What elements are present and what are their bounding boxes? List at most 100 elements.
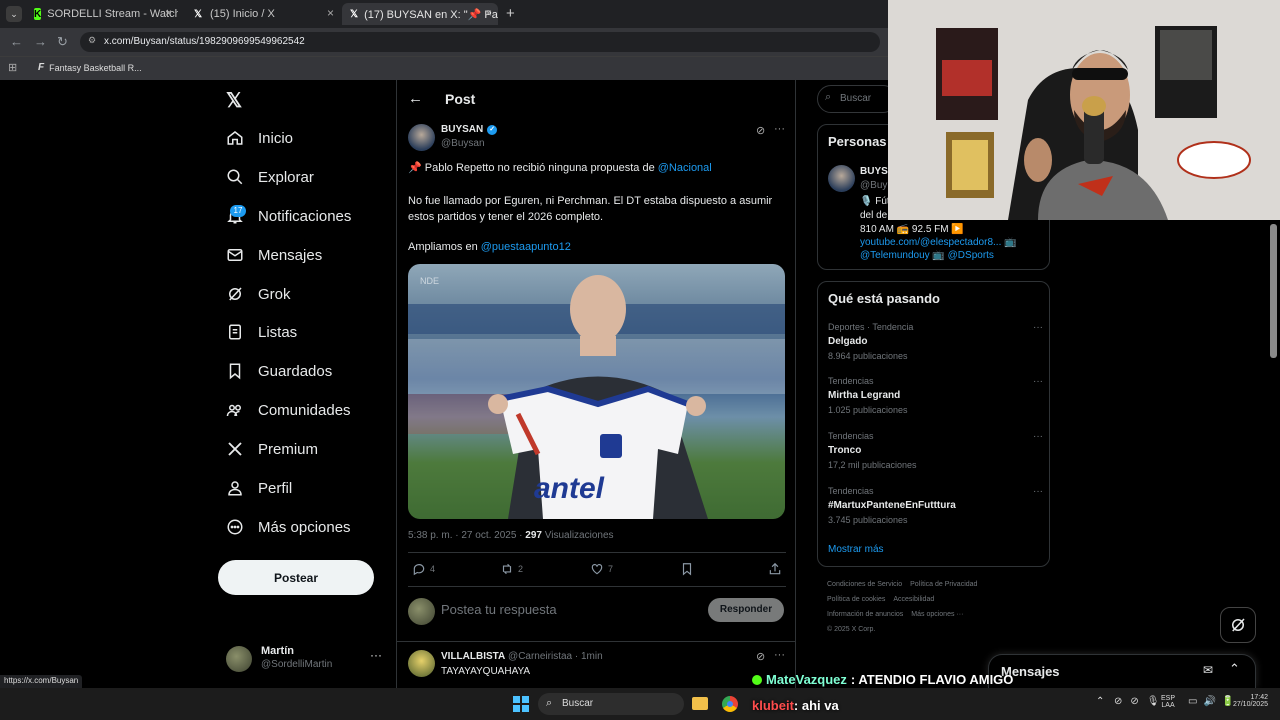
author-avatar[interactable] (408, 124, 435, 151)
nav-label: Grok (258, 285, 291, 303)
trend-more-icon[interactable]: ··· (1033, 431, 1043, 442)
nav-comunidades[interactable]: Comunidades (226, 401, 351, 419)
footer-link[interactable]: Política de Privacidad (910, 581, 977, 588)
watermark-icon: NDE (420, 276, 440, 286)
tab-menu-icon[interactable]: ⌄ (6, 6, 22, 22)
chat-badge-icon (752, 674, 762, 685)
post-text-line2: No fue llamado por Eguren, ni Perchman. … (408, 195, 773, 223)
footer-links: Condiciones de Servicio Política de Priv… (827, 581, 1047, 633)
nav-label: Inicio (258, 129, 294, 147)
comment-more-icon[interactable]: ··· (774, 649, 785, 661)
bookmark-icon[interactable] (680, 562, 694, 576)
comment-author[interactable]: VILLALBISTA (441, 651, 505, 662)
nav-mensajes[interactable]: Mensajes (226, 246, 322, 264)
post-timestamp[interactable]: 5:38 p. m. · 27 oct. 2025 · (408, 530, 525, 541)
windows-start-icon[interactable] (513, 696, 529, 712)
trend-item[interactable]: Deportes · Tendencia Delgado 8.964 publi… (828, 322, 1043, 361)
trend-item[interactable]: Tendencias Tronco 17,2 mil publicaciones… (828, 431, 1043, 470)
search-input[interactable]: ⌕ Buscar (817, 85, 897, 113)
post-button[interactable]: Postear (218, 560, 374, 595)
footer-link[interactable]: Información de anuncios (827, 611, 903, 618)
url-field[interactable]: ⚙ x.com/Buysan/status/198290969954996254… (80, 32, 880, 52)
reply-count: 4 (430, 564, 436, 574)
page-scrollbar[interactable] (1270, 224, 1277, 358)
tab-x-inicio[interactable]: 𝕏 (15) Inicio / X × (184, 3, 340, 25)
tray-chevron-icon[interactable]: ⌃ (1096, 696, 1104, 707)
nav-mas-opciones[interactable]: Más opciones (226, 518, 351, 536)
post-more-icon[interactable]: ··· (774, 123, 785, 135)
trend-category: Deportes · Tendencia (828, 322, 914, 332)
person-icon (228, 481, 242, 496)
taskbar-search[interactable]: ⌕ Buscar (538, 693, 684, 715)
footer-link[interactable]: Más opciones ··· (911, 611, 963, 618)
reply-input[interactable]: Postea tu respuesta (441, 602, 681, 617)
messages-drawer[interactable]: Mensajes ✉ ⌃ (988, 654, 1256, 688)
tab-sordelli-stream[interactable]: K SORDELLI Stream - Watch Live × (26, 3, 178, 25)
trend-item[interactable]: Tendencias Mirtha Legrand 1.025 publicac… (828, 376, 1043, 415)
nav-perfil[interactable]: Perfil (226, 479, 292, 497)
trend-more-icon[interactable]: ··· (1033, 376, 1043, 387)
nav-inicio[interactable]: Inicio (226, 129, 293, 147)
close-tab-icon[interactable]: × (165, 6, 172, 20)
envelope-icon (227, 249, 243, 261)
tray-icons[interactable]: ⊘⊘🎙 (1114, 696, 1167, 707)
nav-grok[interactable]: Grok (226, 285, 291, 303)
trend-category: Tendencias (828, 486, 874, 496)
share-icon[interactable] (768, 562, 782, 576)
trend-more-icon[interactable]: ··· (1033, 322, 1043, 333)
nav-premium[interactable]: Premium (226, 440, 318, 458)
close-tab-icon[interactable]: × (327, 6, 334, 20)
chrome-icon[interactable] (722, 696, 738, 712)
nav-guardados[interactable]: Guardados (226, 362, 332, 380)
repost-action[interactable]: 2 (500, 562, 523, 576)
x-home-logo[interactable]: 𝕏 (226, 88, 242, 113)
bookmark-fantasy-basketball[interactable]: F Fantasy Basketball R... (38, 62, 142, 73)
more-options-icon (227, 519, 243, 535)
clock[interactable]: 17:42 27/10/2025 (1222, 694, 1268, 708)
trend-item[interactable]: Tendencias #MartuxPanteneEnFutttura 3.74… (828, 486, 1043, 525)
footer-link[interactable]: Accesibilidad (893, 596, 934, 603)
reload-icon[interactable]: ↻ (57, 34, 68, 50)
apps-grid-icon[interactable]: ⊞ (8, 61, 17, 74)
trend-more-icon[interactable]: ··· (1033, 486, 1043, 497)
list-icon (229, 324, 241, 340)
grok-explain-icon[interactable]: ⊘ (756, 650, 765, 663)
reply-action[interactable]: 4 (412, 562, 435, 576)
telemundo-link[interactable]: @Telemundouy (860, 250, 930, 261)
forward-arrow-icon[interactable]: → (34, 34, 47, 49)
grok-explain-icon[interactable]: ⊘ (756, 124, 765, 137)
post-image[interactable]: antel NDE (408, 264, 785, 519)
mention-link[interactable]: @Nacional (658, 162, 712, 174)
like-action[interactable]: 7 (590, 562, 613, 576)
new-tab-button[interactable]: + (506, 5, 515, 22)
expand-drawer-icon[interactable]: ⌃ (1229, 661, 1240, 677)
site-info-icon[interactable]: ⚙ (88, 35, 96, 46)
dsports-link[interactable]: @DSports (948, 250, 994, 261)
comment-avatar[interactable] (408, 650, 435, 677)
reply-divider (397, 641, 795, 642)
nav-explorar[interactable]: Explorar (226, 168, 314, 186)
account-switcher[interactable]: Martín @SordelliMartin ··· (226, 644, 386, 674)
back-arrow-icon[interactable]: ← (10, 34, 23, 49)
tab-buysan-post[interactable]: 𝕏 (17) BUYSAN en X: "📌 Pablo R × (342, 3, 498, 25)
persona-links: @Telemundouy 📺 @DSports (860, 250, 994, 261)
reply-button[interactable]: Responder (708, 598, 784, 622)
nav-listas[interactable]: Listas (226, 323, 297, 341)
new-message-icon[interactable]: ✉ (1203, 663, 1213, 677)
language-indicator[interactable]: ESP LAA (1161, 695, 1175, 709)
persona-youtube-link[interactable]: youtube.com/@elespectador8... 📺 (860, 237, 1017, 248)
mention-link[interactable]: @puestaapunto12 (481, 241, 571, 253)
file-explorer-icon[interactable] (692, 697, 708, 710)
persona-avatar[interactable] (828, 165, 855, 192)
more-dots-icon[interactable]: ··· (370, 648, 382, 662)
footer-link[interactable]: Condiciones de Servicio (827, 581, 902, 588)
author-name[interactable]: BUYSAN ✓ (441, 124, 498, 135)
persona-name[interactable]: BUYS (860, 166, 888, 177)
comment-handle: @Carneiristaa · 1min (508, 651, 603, 662)
back-arrow-icon[interactable]: ← (408, 90, 423, 107)
close-tab-icon[interactable]: × (485, 6, 492, 20)
grok-floating-button[interactable] (1220, 607, 1256, 643)
author-handle[interactable]: @Buysan (441, 138, 485, 149)
show-more-link[interactable]: Mostrar más (828, 544, 884, 555)
footer-link[interactable]: Política de cookies (827, 596, 885, 603)
